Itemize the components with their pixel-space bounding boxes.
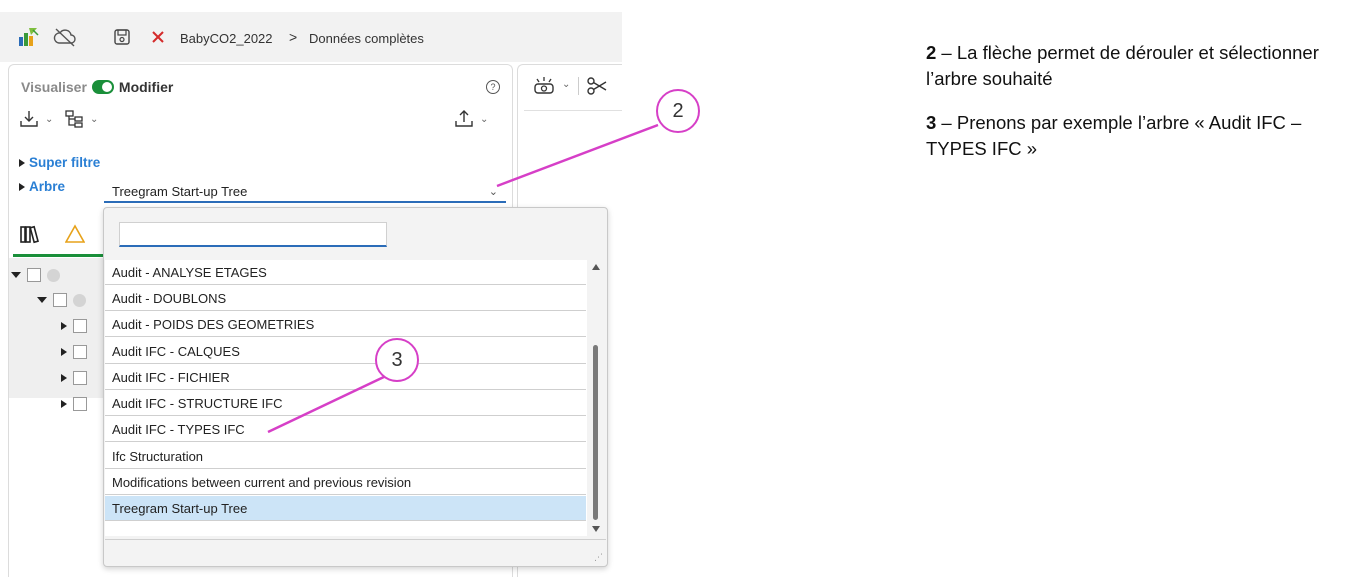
scroll-down-icon[interactable] xyxy=(592,526,600,532)
dropdown-item[interactable]: Audit - ANALYSE ETAGES xyxy=(105,260,586,285)
callout-2: 2 xyxy=(656,89,700,133)
scroll-thumb[interactable] xyxy=(593,345,598,520)
view-tabs xyxy=(9,212,109,256)
dropdown-item[interactable]: Audit - DOUBLONS xyxy=(105,286,586,311)
breadcrumb-project[interactable]: BabyCO2_2022 xyxy=(180,31,273,46)
active-tab-indicator xyxy=(13,254,108,257)
expand-arrow-icon[interactable] xyxy=(19,158,25,167)
chevron-down-icon[interactable]: ⌄ xyxy=(90,114,98,125)
cloud-off-icon[interactable] xyxy=(53,25,77,49)
superfilter-label[interactable]: Super filtre xyxy=(29,155,100,170)
checkbox[interactable] xyxy=(73,319,87,333)
tree-dropdown[interactable]: Audit - ANALYSE ETAGES Audit - DOUBLONS … xyxy=(103,207,608,567)
tree-select-value: Treegram Start-up Tree xyxy=(112,184,248,199)
tree-structure-icon xyxy=(65,110,83,128)
tree-structure-button[interactable]: ⌄ xyxy=(64,109,98,129)
scissors-icon[interactable] xyxy=(586,76,608,101)
app-window: BabyCO2_2022 > Données complètes Visuali… xyxy=(0,0,622,577)
chevron-down-icon[interactable]: ⌄ xyxy=(45,114,53,125)
expand-arrow-icon[interactable] xyxy=(61,374,67,382)
tree-row[interactable] xyxy=(11,263,60,287)
collapse-arrow-icon[interactable] xyxy=(37,297,47,303)
expand-arrow-icon[interactable] xyxy=(61,400,67,408)
download-icon xyxy=(20,111,38,127)
dropdown-search[interactable] xyxy=(119,222,387,247)
upload-button[interactable]: ⌄ xyxy=(454,109,488,129)
upload-icon xyxy=(455,110,473,127)
note-2: 2 – La flèche permet de dérouler et séle… xyxy=(926,40,1346,92)
dropdown-item[interactable]: Audit IFC - TYPES IFC xyxy=(105,417,586,442)
library-icon[interactable] xyxy=(19,224,43,249)
checkbox[interactable] xyxy=(53,293,67,307)
notes: 2 – La flèche permet de dérouler et séle… xyxy=(926,40,1346,180)
dropdown-scrollbar[interactable] xyxy=(588,260,605,538)
dropdown-item[interactable]: Modifications between current and previo… xyxy=(105,470,586,495)
status-dot-icon xyxy=(47,268,60,282)
chevron-down-icon[interactable]: ⌄ xyxy=(562,79,570,90)
tree-row[interactable] xyxy=(61,392,87,416)
callout-3: 3 xyxy=(375,338,419,382)
note-2-text: – La flèche permet de dérouler et sélect… xyxy=(926,42,1319,89)
mode-view-label[interactable]: Visualiser xyxy=(21,79,87,95)
mode-toggle[interactable]: Visualiser Modifier xyxy=(21,79,173,95)
note-3: 3 – Prenons par exemple l’arbre « Audit … xyxy=(926,110,1346,162)
toolbar-divider xyxy=(524,110,622,111)
checkbox[interactable] xyxy=(73,345,87,359)
chevron-down-icon[interactable]: ⌄ xyxy=(489,181,498,203)
tree-select[interactable]: Treegram Start-up Tree ⌄ xyxy=(104,181,506,203)
breadcrumb-page[interactable]: Données complètes xyxy=(309,31,424,46)
superfilter-section[interactable]: Super filtre xyxy=(19,155,100,170)
dropdown-item-selected[interactable]: Treegram Start-up Tree xyxy=(105,496,586,521)
expand-arrow-icon[interactable] xyxy=(61,322,67,330)
chevron-down-icon[interactable]: ⌄ xyxy=(480,114,488,125)
tree-row[interactable] xyxy=(61,340,87,364)
top-bar: BabyCO2_2022 > Données complètes xyxy=(0,12,622,62)
download-button[interactable]: ⌄ xyxy=(19,109,53,129)
dropdown-item[interactable]: Ifc Structuration xyxy=(105,444,586,469)
expand-arrow-icon[interactable] xyxy=(19,182,25,191)
visibility-icon[interactable] xyxy=(532,75,558,102)
warning-icon[interactable] xyxy=(64,224,86,249)
close-icon[interactable] xyxy=(146,25,170,49)
toolbar-divider xyxy=(578,77,579,95)
note-3-number: 3 xyxy=(926,112,937,133)
dropdown-item[interactable]: Audit IFC - FICHIER xyxy=(105,365,586,390)
note-3-text: – Prenons par exemple l’arbre « Audit IF… xyxy=(926,112,1302,159)
save-icon[interactable] xyxy=(110,25,134,49)
dropdown-search-input[interactable] xyxy=(120,223,386,245)
expand-arrow-icon[interactable] xyxy=(61,348,67,356)
dropdown-footer-divider xyxy=(105,539,606,540)
tree-row[interactable] xyxy=(61,314,87,338)
dropdown-list: Audit - ANALYSE ETAGES Audit - DOUBLONS … xyxy=(105,260,587,536)
dropdown-item[interactable]: Audit - POIDS DES GEOMETRIES xyxy=(105,312,586,337)
tree-label[interactable]: Arbre xyxy=(29,179,65,194)
dropdown-item[interactable]: Audit IFC - CALQUES xyxy=(105,339,586,364)
mode-switch[interactable] xyxy=(91,80,114,94)
tree-section[interactable]: Arbre xyxy=(19,179,65,194)
checkbox[interactable] xyxy=(27,268,41,282)
help-icon[interactable]: ? xyxy=(486,80,500,94)
dropdown-item[interactable]: Audit IFC - STRUCTURE IFC xyxy=(105,391,586,416)
resize-grip-icon[interactable]: ⋰ xyxy=(594,552,603,563)
mode-edit-label[interactable]: Modifier xyxy=(119,79,173,95)
status-dot-icon xyxy=(73,293,86,307)
breadcrumb-separator: > xyxy=(289,29,298,45)
note-2-number: 2 xyxy=(926,42,937,63)
collapse-arrow-icon[interactable] xyxy=(11,272,21,278)
tree-row[interactable] xyxy=(37,288,86,312)
checkbox[interactable] xyxy=(73,371,87,385)
scroll-up-icon[interactable] xyxy=(592,264,600,270)
checkbox[interactable] xyxy=(73,397,87,411)
tree-row[interactable] xyxy=(61,366,87,390)
app-logo-icon[interactable] xyxy=(16,25,40,49)
